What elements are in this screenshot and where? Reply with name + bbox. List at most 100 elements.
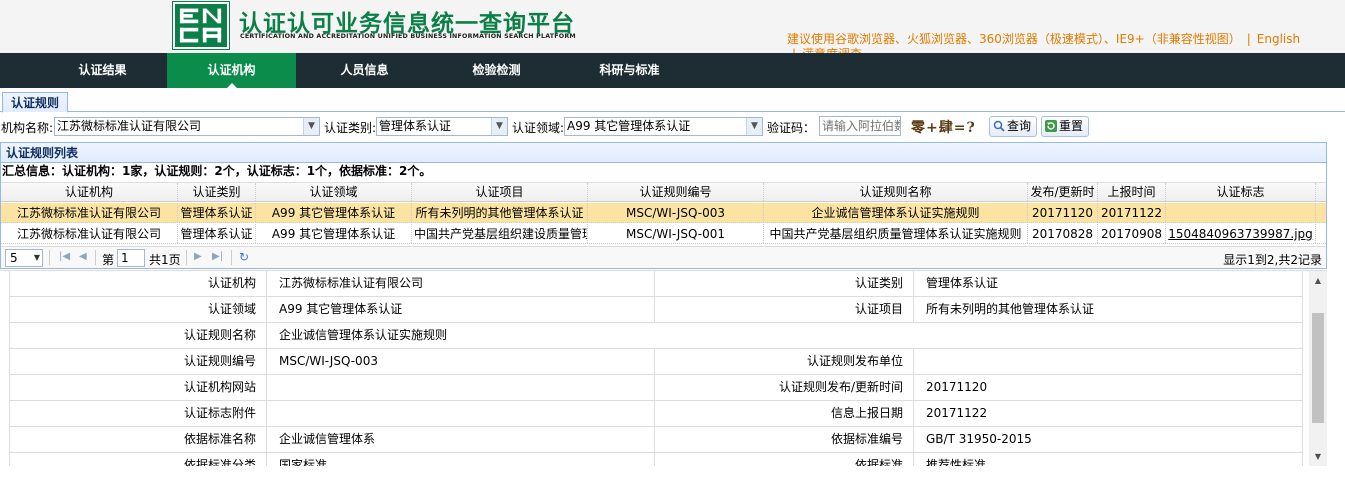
category-select-value: 管理体系认证 <box>379 119 452 133</box>
detail-value: 20171120 <box>914 375 1303 401</box>
detail-label: 认证标志附件 <box>9 401 267 427</box>
grid-header: 认证机构 认证类别 认证领域 认证项目 认证规则编号 认证规则名称 发布/更新时… <box>1 182 1326 202</box>
detail-row: 认证标志附件 信息上报日期 20171122 <box>9 401 1303 427</box>
scroll-down-icon[interactable]: ▼ <box>1309 449 1327 465</box>
captcha-image[interactable]: 零+肆=? <box>911 117 976 137</box>
page-total: 共1页 <box>149 253 181 267</box>
page-number-input[interactable]: 1 <box>117 249 145 267</box>
page-size-select[interactable]: 5 ▼ <box>5 249 43 267</box>
page-size-value: 5 <box>10 251 18 265</box>
reload-icon <box>1045 120 1057 132</box>
nav-item-cert-results[interactable]: 认证结果 <box>38 53 167 88</box>
refresh-icon[interactable]: ↻ <box>239 250 249 264</box>
search-icon <box>993 120 1005 132</box>
org-select-value: 江苏微标标准认证有限公司 <box>57 119 202 133</box>
grid-title: 认证规则列表 <box>1 143 1326 163</box>
nav-item-research-standards[interactable]: 科研与标准 <box>565 53 694 88</box>
org-select[interactable]: 江苏微标标准认证有限公司 ▼ <box>54 117 320 136</box>
captcha-label: 验证码： <box>767 121 816 135</box>
category-label: 认证类别: <box>324 121 377 135</box>
reset-button[interactable]: 重置 <box>1041 116 1090 137</box>
column-header[interactable]: 发布/更新时 <box>1028 183 1098 201</box>
chevron-down-icon: ▼ <box>746 118 762 135</box>
query-button[interactable]: 查询 <box>989 116 1038 137</box>
last-page-icon[interactable]: ▶| <box>212 251 223 262</box>
chevron-down-icon: ▼ <box>491 118 507 135</box>
column-header[interactable]: 认证标志 <box>1166 183 1316 201</box>
main-nav: 认证结果 认证机构 人员信息 检验检测 科研与标准 <box>0 53 1345 88</box>
reset-button-label: 重置 <box>1059 119 1084 133</box>
detail-value: 管理体系认证 <box>914 271 1303 297</box>
detail-value: 江苏微标标准认证有限公司 <box>267 271 655 297</box>
tab-cert-rules[interactable]: 认证规则 <box>2 92 69 113</box>
table-cell: 企业诚信管理体系认证实施规则 <box>764 203 1028 222</box>
detail-value: 20171122 <box>914 401 1303 427</box>
nav-item-inspection[interactable]: 检验检测 <box>432 53 561 88</box>
pager-divider <box>49 250 50 265</box>
detail-row: 认证规则名称 企业诚信管理体系认证实施规则 <box>9 323 1303 349</box>
detail-label: 认证规则发布单位 <box>655 349 914 375</box>
table-cell: 20170908 <box>1098 224 1166 243</box>
detail-row: 依据标准分类 国家标准 依据标准 推荐性标准 <box>9 453 1303 466</box>
table-row[interactable]: 江苏微标标准认证有限公司 管理体系认证 A99 其它管理体系认证 中国共产党基层… <box>1 224 1326 244</box>
site-subtitle: CERTIFICATION AND ACCREDITATION UNIFIED … <box>240 33 576 40</box>
detail-row: 认证机构 江苏微标标准认证有限公司 认证类别 管理体系认证 <box>9 271 1303 297</box>
column-header[interactable]: 认证类别 <box>178 183 256 201</box>
scroll-up-icon[interactable]: ▲ <box>1309 273 1327 289</box>
next-page-icon[interactable]: ▶ <box>194 251 202 262</box>
table-cell: 中国共产党基层组织建设质量管理 <box>412 224 588 243</box>
detail-label: 认证规则发布/更新时间 <box>655 375 914 401</box>
table-cell: 江苏微标标准认证有限公司 <box>1 203 178 222</box>
detail-label: 依据标准名称 <box>9 427 267 453</box>
pager: 5 ▼ |◀ ◀ 第 1 共1页 ▶ ▶| ↻ 显示1到2,共2记录 <box>1 246 1326 268</box>
detail-table: 认证机构 江苏微标标准认证有限公司 认证类别 管理体系认证 认证领域 A99 其… <box>9 271 1303 466</box>
cert-mark-link[interactable]: 1504840963739987.jpg <box>1166 224 1316 243</box>
detail-value <box>914 349 1303 375</box>
first-page-icon[interactable]: |◀ <box>59 251 70 262</box>
domain-select-value: A99 其它管理体系认证 <box>567 119 691 133</box>
table-cell: 中国共产党基层组织质量管理体系认证实施规则 <box>764 224 1028 243</box>
column-header[interactable]: 上报时间 <box>1098 183 1166 201</box>
detail-label: 信息上报日期 <box>655 401 914 427</box>
separator: | <box>1246 32 1251 46</box>
org-label: 机构名称: <box>1 121 54 135</box>
detail-value: MSC/WI-JSQ-003 <box>267 349 655 375</box>
column-header[interactable]: 认证领域 <box>256 183 412 201</box>
scroll-thumb[interactable] <box>1312 313 1324 423</box>
chevron-down-icon: ▼ <box>303 118 319 135</box>
table-cell <box>1166 203 1316 222</box>
pager-info: 显示1到2,共2记录 <box>1223 253 1322 267</box>
detail-label: 认证机构 <box>9 271 267 297</box>
column-header[interactable]: 认证机构 <box>1 183 178 201</box>
nav-item-personnel[interactable]: 人员信息 <box>300 53 429 88</box>
detail-value: 企业诚信管理体系 <box>267 427 655 453</box>
table-row[interactable]: 江苏微标标准认证有限公司 管理体系认证 A99 其它管理体系认证 所有未列明的其… <box>1 203 1326 223</box>
pager-divider <box>231 250 232 265</box>
detail-label: 认证领域 <box>9 297 267 323</box>
detail-label: 依据标准分类 <box>9 453 267 466</box>
table-cell: 所有未列明的其他管理体系认证 <box>412 203 588 222</box>
category-select[interactable]: 管理体系认证 ▼ <box>376 117 508 136</box>
detail-row: 认证领域 A99 其它管理体系认证 认证项目 所有未列明的其他管理体系认证 <box>9 297 1303 323</box>
page-prefix: 第 <box>102 253 115 267</box>
captcha-input[interactable] <box>819 116 901 136</box>
detail-value: GB/T 31950-2015 <box>914 427 1303 453</box>
prev-page-icon[interactable]: ◀ <box>79 251 87 262</box>
table-cell: MSC/WI-JSQ-001 <box>588 224 764 243</box>
detail-row: 认证机构网站 认证规则发布/更新时间 20171120 <box>9 375 1303 401</box>
detail-label: 认证项目 <box>655 297 914 323</box>
column-header[interactable]: 认证规则名称 <box>764 183 1028 201</box>
nav-item-cert-bodies[interactable]: 认证机构 <box>167 53 296 88</box>
table-cell: 20171120 <box>1028 203 1098 222</box>
detail-label: 认证规则编号 <box>9 349 267 375</box>
column-header[interactable]: 认证项目 <box>412 183 588 201</box>
chevron-down-icon: ▼ <box>33 253 40 262</box>
english-link[interactable]: English <box>1257 32 1300 46</box>
domain-select[interactable]: A99 其它管理体系认证 ▼ <box>564 117 763 136</box>
table-cell: A99 其它管理体系认证 <box>256 224 412 243</box>
column-header[interactable]: 认证规则编号 <box>588 183 764 201</box>
table-cell: 管理体系认证 <box>178 224 256 243</box>
grid-summary: 汇总信息：认证机构：1家，认证规则：2个，认证标志：1个，依据标准：2个。 <box>2 164 432 178</box>
detail-scrollbar[interactable]: ▲ ▼ <box>1309 271 1327 466</box>
detail-row: 依据标准名称 企业诚信管理体系 依据标准编号 GB/T 31950-2015 <box>9 427 1303 453</box>
